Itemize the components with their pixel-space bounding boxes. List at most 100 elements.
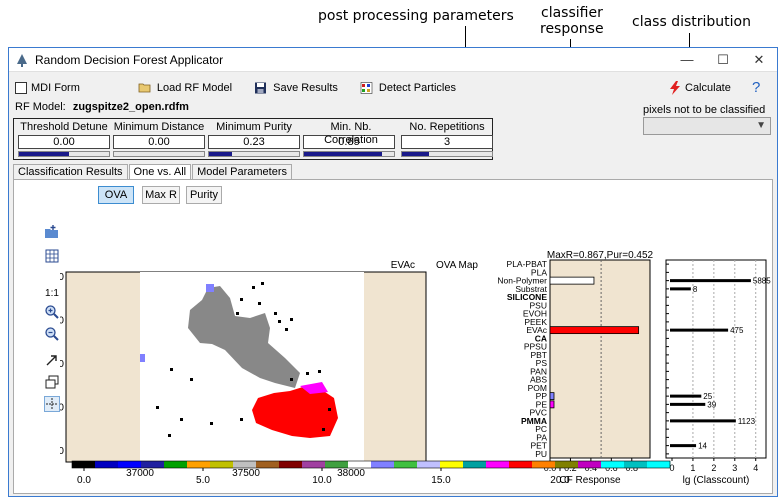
ova-button[interactable]: OVA	[98, 186, 134, 204]
mdi-form-checkbox[interactable]: MDI Form	[15, 82, 80, 94]
no-repetitions-input[interactable]: 3	[401, 135, 493, 149]
threshold-detune-slider[interactable]	[18, 151, 110, 157]
rf-model-value: zugspitze2_open.rdfm	[72, 101, 189, 113]
threshold-detune-input[interactable]: 0.00	[18, 135, 110, 149]
main-window: Random Decision Forest Applicator — ☐ ✕ …	[8, 47, 778, 497]
colorbar-swatch	[210, 461, 234, 468]
annotation-classifier-line1: classifier	[541, 5, 603, 21]
map-y-tick-label: 26800	[60, 359, 64, 370]
cf-bar	[549, 392, 555, 401]
rf-model-info: RF Model: zugspitze2_open.rdfm	[15, 101, 189, 113]
ova-map[interactable]: EVAcOVA Map27200270002680026600264003700…	[60, 258, 480, 488]
colorbar-tick-label: 5.0	[196, 475, 210, 486]
colorbar-swatch	[463, 461, 487, 468]
colorbar-swatch	[555, 461, 579, 468]
window-title: Random Decision Forest Applicator	[35, 52, 224, 67]
dist-bar-label: 1123	[738, 417, 756, 426]
tab-classification-results[interactable]: Classification Results	[13, 164, 128, 179]
colorbar-tick-label: 15.0	[431, 475, 451, 486]
dist-bar	[670, 287, 691, 291]
param-label: Minimum Purity	[216, 121, 292, 133]
tab-one-vs-all[interactable]: One vs. All	[128, 164, 192, 180]
expand-arrow-icon[interactable]	[44, 352, 60, 368]
pixels-not-classified-label: pixels not to be classified	[643, 104, 766, 116]
map-speck	[252, 286, 255, 289]
cf-bar	[549, 400, 555, 409]
colorbar-swatch	[647, 461, 671, 468]
colorbar-swatch	[394, 461, 418, 468]
load-rf-model-button[interactable]: Load RF Model	[138, 82, 232, 94]
annotation-classifier-line2: response	[540, 21, 604, 37]
colorbar-swatch	[164, 461, 188, 468]
min-nb-correlation-slider[interactable]	[303, 151, 395, 157]
cf-category-label: PU	[535, 449, 547, 459]
map-speck	[236, 312, 239, 315]
table-icon[interactable]	[44, 248, 60, 264]
save-results-label: Save Results	[273, 82, 338, 94]
param-no-repetitions: No. Repetitions 3	[401, 121, 493, 157]
minimum-purity-slider[interactable]	[208, 151, 300, 157]
map-speck	[210, 422, 213, 425]
colorbar-swatch	[371, 461, 395, 468]
colorbar-swatch	[578, 461, 602, 468]
min-nb-correlation-input[interactable]: 0.85	[303, 135, 395, 149]
title-bar: Random Decision Forest Applicator — ☐ ✕	[9, 48, 777, 72]
dist-bar-label: 8	[693, 285, 698, 294]
map-title-left: EVAc	[391, 260, 415, 271]
param-label: Threshold Detune	[20, 121, 108, 133]
tab-model-parameters[interactable]: Model Parameters	[192, 164, 292, 179]
colorbar-swatch	[141, 461, 165, 468]
pixels-not-classified-select[interactable]: ▼	[643, 117, 771, 135]
param-threshold-detune: Threshold Detune 0.00	[18, 121, 110, 157]
close-button[interactable]: ✕	[741, 48, 777, 72]
map-speck	[190, 378, 193, 381]
annotation-post-processing: post processing parameters	[318, 8, 514, 24]
load-rf-model-label: Load RF Model	[156, 82, 233, 94]
no-repetitions-slider[interactable]	[401, 151, 493, 157]
zoom-in-icon[interactable]	[44, 304, 60, 320]
max-r-button[interactable]: Max R	[142, 186, 180, 204]
param-label: Min. Nb. Correlation	[324, 121, 378, 146]
minimum-distance-slider[interactable]	[113, 151, 205, 157]
colorbar-swatch	[325, 461, 349, 468]
checkbox-box[interactable]	[15, 82, 27, 94]
dist-bar	[670, 402, 706, 406]
toolbar: MDI Form Load RF Model Save Results Dete…	[15, 78, 771, 98]
zoom-out-icon[interactable]	[44, 326, 60, 342]
map-speck	[278, 320, 281, 323]
maximize-button[interactable]: ☐	[705, 48, 741, 72]
detect-particles-button[interactable]: Detect Particles	[360, 82, 456, 94]
dist-x-tick-label: 3	[732, 463, 737, 473]
dist-x-tick-label: 1	[690, 463, 695, 473]
folder-add-icon[interactable]	[44, 224, 60, 240]
purity-button[interactable]: Purity	[186, 186, 222, 204]
minimize-button[interactable]: —	[669, 48, 705, 72]
map-speck	[168, 434, 171, 437]
map-speck	[240, 298, 243, 301]
minimum-distance-input[interactable]: 0.00	[113, 135, 205, 149]
zoom-ratio-label[interactable]: 1:1	[44, 286, 60, 302]
dist-x-tick-label: 2	[711, 463, 716, 473]
dist-bar-label: 5885	[753, 277, 771, 286]
cf-bar	[549, 326, 640, 335]
save-results-button[interactable]: Save Results	[254, 82, 338, 94]
post-processing-parameters: Threshold Detune 0.00 Minimum Distance 0…	[13, 118, 493, 160]
crosshair-icon[interactable]	[44, 396, 60, 412]
particles-grid-icon	[360, 82, 373, 94]
folder-open-icon	[138, 83, 151, 93]
rf-model-label: RF Model:	[15, 101, 66, 113]
cf-title: MaxR=0.867,Pur=0.452	[547, 250, 654, 261]
minimum-purity-input[interactable]: 0.23	[208, 135, 300, 149]
map-title-right: OVA Map	[436, 260, 478, 271]
cf-bar	[549, 276, 595, 285]
map-speck	[290, 378, 293, 381]
help-icon[interactable]: ?	[752, 79, 760, 96]
colorbar-swatch	[279, 461, 303, 468]
colorbar-swatch	[509, 461, 533, 468]
colorbar-tick-label: 0.0	[77, 475, 91, 486]
tree-icon	[17, 53, 27, 67]
calculate-button[interactable]: Calculate	[669, 81, 731, 95]
colorbar-swatch	[601, 461, 625, 468]
map-speck	[261, 282, 264, 285]
windows-icon[interactable]	[44, 374, 60, 390]
